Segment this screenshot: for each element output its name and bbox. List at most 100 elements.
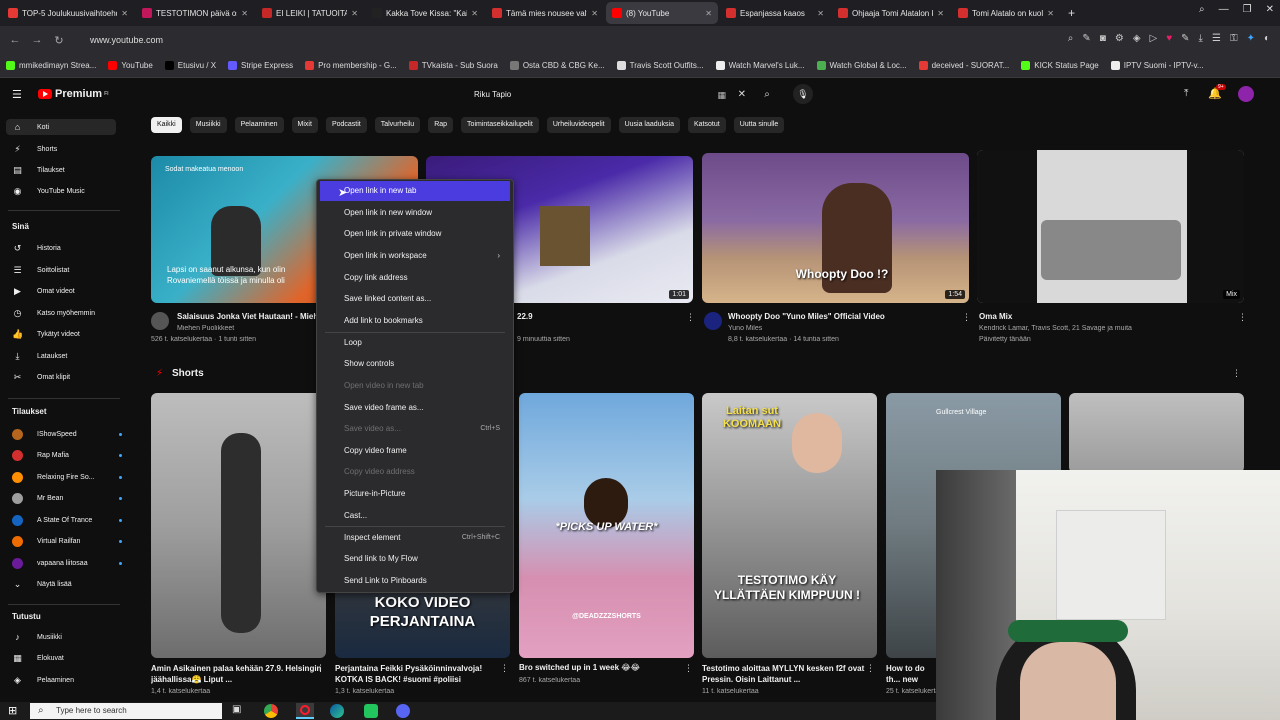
edit-icon[interactable]: ✎ (1082, 33, 1090, 44)
bookmark-item[interactable]: deceived - SUORAT... (918, 61, 1009, 70)
filter-chip[interactable]: Podcastit (325, 117, 367, 133)
sidebar-item[interactable]: ✂ Omat klipit (12, 369, 122, 385)
more-options-icon[interactable]: ⋮ (316, 663, 325, 674)
menu-icon[interactable]: ☰ (1212, 33, 1221, 44)
browser-tab[interactable]: EI LEIKI | TATUOITAVAKSI✕ (256, 2, 364, 24)
short-title[interactable]: Amin Asikainen palaa kehään 27.9. Helsin… (151, 663, 323, 685)
sidebar-item[interactable]: ⚡ Shorts (12, 141, 122, 157)
heart-icon[interactable]: ♥ (1166, 33, 1172, 44)
browser-tab[interactable]: TOP-5 Joulukuusivaihtoehdot ✕ (2, 2, 134, 24)
pin-icon[interactable]: ✎ (1181, 33, 1189, 44)
browser-tab[interactable]: Ohjaaja Tomi Alatalon kuolema✕ (832, 2, 950, 24)
sidebar-item[interactable]: ↺ Historia (12, 240, 122, 256)
filter-chip[interactable]: Uusia laaduksia (618, 117, 680, 133)
browser-tab[interactable]: Espanjassa kaaos ✕ (720, 2, 830, 24)
more-options-icon[interactable]: ⋮ (866, 663, 875, 674)
account-avatar[interactable] (1238, 86, 1254, 102)
minimize-icon[interactable]: — (1219, 4, 1229, 15)
video-title[interactable]: Salaisuus Jonka Viet Hautaan! - Miehe (177, 312, 317, 321)
filter-chip[interactable]: Toimintaseikkailupelit (461, 117, 539, 133)
keyboard-icon[interactable]: ▦ (717, 84, 726, 106)
sidebar-item[interactable]: ◉ YouTube Music (12, 183, 122, 199)
channel-avatar[interactable] (151, 312, 169, 330)
context-menu-item[interactable]: Copy link address (320, 268, 510, 288)
tab-close-icon[interactable]: ✕ (813, 9, 824, 18)
context-menu-item[interactable]: Cast... (320, 506, 510, 526)
bookmark-item[interactable]: Osta CBD & CBG Ke... (509, 61, 605, 70)
settings-icon[interactable]: ⚙ (1115, 33, 1124, 44)
reload-icon[interactable]: ↻ (52, 34, 66, 47)
context-menu-item[interactable]: Picture-in-Picture (320, 484, 510, 504)
tab-close-icon[interactable]: ✕ (701, 9, 712, 18)
video-thumbnail-4[interactable]: Mix (977, 150, 1244, 303)
filter-chip[interactable]: Pelaaminen (234, 117, 284, 133)
sidebar-item[interactable]: ☰ Soittolistat (12, 262, 122, 278)
tab-close-icon[interactable]: ✕ (347, 9, 358, 18)
bookmark-item[interactable]: Watch Global & Loc... (816, 61, 907, 70)
context-menu-item[interactable]: Save linked content as... (320, 289, 510, 309)
context-menu-item[interactable]: Show controls (320, 354, 510, 374)
filter-chip[interactable]: Urheiluvideopelit (546, 117, 611, 133)
context-menu-item[interactable]: Send link to My Flow (320, 549, 510, 569)
context-menu-item[interactable]: Open link in workspace › (320, 246, 510, 266)
chrome-icon[interactable] (264, 704, 278, 718)
video-channel[interactable]: Yuno Miles (728, 325, 928, 332)
edge-icon[interactable] (330, 704, 344, 718)
tab-close-icon[interactable]: ✕ (587, 9, 598, 18)
taskbar-search-input[interactable]: ⌕ Type here to search (30, 703, 222, 719)
context-menu-item[interactable]: Send Link to Pinboards (320, 571, 510, 591)
filter-chip[interactable]: Rap (428, 117, 454, 133)
bookmark-item[interactable]: mmikedimayn Strea... (6, 61, 96, 70)
short-title[interactable]: Testotimo aloittaa MYLLYN kesken f2f ova… (702, 663, 874, 685)
filter-chip[interactable]: Musiikki (189, 117, 227, 133)
browser-tab[interactable]: TESTOTIMON päivä osa 1✕ (136, 2, 254, 24)
back-icon[interactable]: ← (8, 34, 22, 46)
sidebar-item[interactable]: ▤ Tilaukset (12, 162, 122, 178)
new-tab-icon[interactable]: + (1068, 6, 1075, 20)
close-window-icon[interactable]: ✕ (1266, 4, 1274, 15)
short-title[interactable]: Perjantaina Feikki Pysäköinninvalvoja! K… (335, 663, 507, 685)
bookmark-item[interactable]: Stripe Express (228, 61, 293, 70)
video-thumbnail-3[interactable]: Whoopty Doo !? 1:54 (702, 153, 969, 303)
upload-icon[interactable]: ⤒ (1184, 88, 1188, 99)
bookmark-item[interactable]: KICK Status Page (1021, 61, 1099, 70)
filter-chip[interactable]: Katsotut (688, 117, 726, 133)
opera-icon[interactable] (296, 703, 314, 719)
shield-icon[interactable]: ◈ (1133, 33, 1141, 44)
forward-icon[interactable]: → (30, 34, 44, 46)
lock-icon[interactable]: ⚿ (1230, 33, 1238, 44)
short-thumbnail-4[interactable]: Laitan sut KOOMAAN TESTOTIMO KÄY YLLÄTTÄ… (702, 393, 877, 658)
download-icon[interactable]: ⤓ (1199, 33, 1203, 44)
context-menu-item[interactable]: Save video frame as... (320, 398, 510, 418)
browser-tab[interactable]: Tämä mies nousee valtaan✕ (486, 2, 604, 24)
sidebar-item[interactable]: ♪ Musiikki (12, 629, 122, 645)
tab-close-icon[interactable]: ✕ (117, 9, 128, 18)
short-thumbnail-6[interactable] (1069, 393, 1244, 473)
short-thumbnail-3[interactable]: *PICKS UP WATER* @DEADZZZSHORTS (519, 393, 694, 658)
sidebar-item[interactable]: Mr Bean (12, 490, 122, 506)
tab-search-icon[interactable]: ⌕ (1199, 4, 1205, 15)
discord-icon[interactable] (396, 704, 410, 718)
hamburger-menu-icon[interactable]: ☰ (12, 88, 22, 101)
youtube-logo[interactable]: Premium FI (38, 88, 109, 100)
more-options-icon[interactable]: ⋮ (686, 312, 695, 323)
url-field[interactable]: www.youtube.com (72, 31, 1022, 49)
filter-chip[interactable]: Mixit (291, 117, 318, 133)
channel-avatar[interactable] (704, 312, 722, 330)
shorts-more-icon[interactable]: ⋮ (1232, 368, 1241, 379)
windows-start-icon[interactable]: ⊞ (8, 704, 17, 717)
browser-tab[interactable]: (8) YouTube ✕ (606, 2, 718, 24)
video-channel[interactable]: Miehen Puolikkeet (177, 325, 317, 332)
bookmark-item[interactable]: Etusivu / X (164, 61, 216, 70)
bookmark-item[interactable]: Watch Marvel's Luk... (715, 61, 805, 70)
more-options-icon[interactable]: ⋮ (684, 663, 693, 674)
context-menu-item[interactable]: Open link in private window (320, 224, 510, 244)
camera-icon[interactable]: ◙ (1100, 33, 1106, 44)
sidebar-section-heading[interactable]: Sinä (12, 222, 29, 231)
bookmark-item[interactable]: IPTV Suomi - IPTV-v... (1110, 61, 1204, 70)
sidebar-item[interactable]: ▦ Elokuvat (12, 650, 122, 666)
sidebar-item[interactable]: vapaana liitosaa (12, 555, 122, 571)
sidebar-item[interactable]: A State Of Trance (12, 512, 122, 528)
task-view-icon[interactable]: ▣ (232, 704, 241, 715)
bookmark-item[interactable]: Pro membership - G... (305, 61, 397, 70)
